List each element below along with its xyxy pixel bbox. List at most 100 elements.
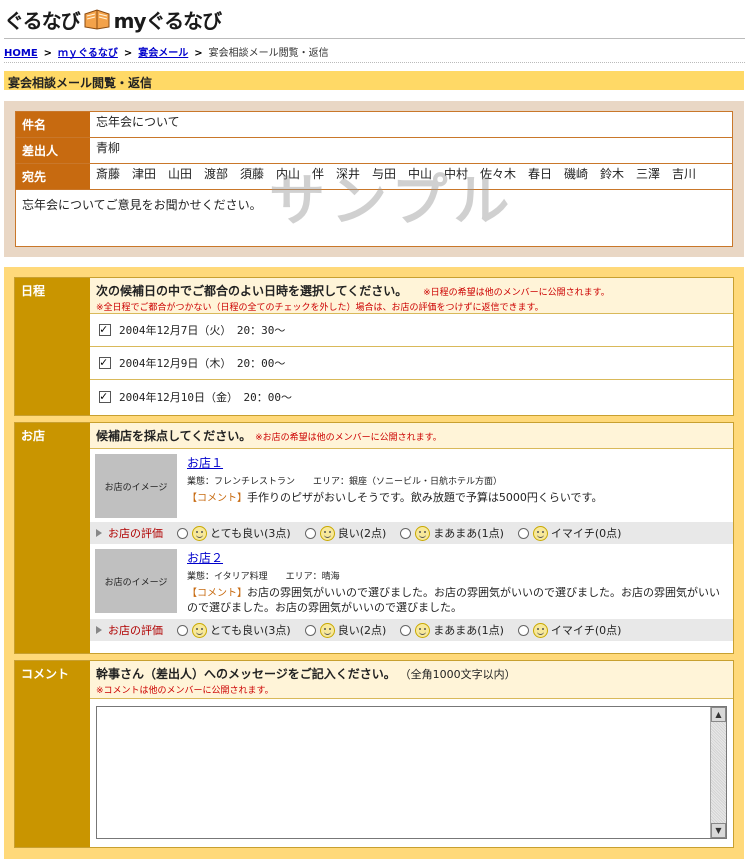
comment-header: 幹事さん（差出人）へのメッセージをご記入ください。 （全角1000文字以内） ※… <box>90 661 733 699</box>
comment-label: コメント <box>15 661 90 847</box>
breadcrumb-current: 宴会相談メール閲覧・返信 <box>208 48 329 59</box>
date-option-row[interactable]: 2004年12月7日（火） 20：30～ <box>90 314 733 347</box>
smiley-icon <box>415 525 431 541</box>
rating-option[interactable]: まあまあ(1点) <box>400 622 504 638</box>
smiley-icon <box>319 525 335 541</box>
rating-radio[interactable] <box>517 527 529 539</box>
rating-radio[interactable] <box>177 624 188 636</box>
shop-item: お店のイメージ お店２ 業態：イタリア料理 エリア：晴海 【コメント】お店の雰囲… <box>90 544 733 619</box>
schedule-note-2: ※全日程でご都合がつかない（日程の全てのチェックを外した）場合は、お店の評価をつ… <box>96 303 544 313</box>
comment-tag: 【コメント】 <box>187 588 247 599</box>
rating-option[interactable]: イマイチ(0点) <box>517 622 622 638</box>
triangle-icon <box>96 626 102 634</box>
shops-section: お店 候補店を採点してください。 ※お店の希望は他のメンバーに公開されます。 お… <box>14 422 734 654</box>
date-option-label: 2004年12月9日（木） 20：00～ <box>119 357 286 370</box>
book-icon <box>83 8 111 30</box>
subject-label: 件名 <box>16 112 90 137</box>
schedule-heading: 次の候補日の中でご都合のよい日時を選択してください。 <box>96 284 408 298</box>
shop-comment-text: お店の雰囲気がいいので選びました。お店の雰囲気がいいので選びました。お店の雰囲気… <box>187 586 720 614</box>
shops-heading: 候補店を採点してください。 <box>96 429 252 443</box>
shop-rating-row: お店の評価 とても良い(3点) 良い(2点) まあまあ(1点) イマイチ(0点) <box>90 619 733 641</box>
shops-label: お店 <box>15 423 90 653</box>
rating-option[interactable]: 良い(2点) <box>304 622 387 638</box>
message-table: 件名 忘年会について 差出人 青柳 宛先 斎藤 津田 山田 渡部 須藤 内山 伴… <box>15 111 733 247</box>
smiley-icon <box>319 622 335 638</box>
sender-value: 青柳 <box>96 141 121 155</box>
scroll-up-icon[interactable]: ▲ <box>711 707 726 722</box>
breadcrumb-enkai-mail-link[interactable]: 宴会メール <box>138 48 188 59</box>
scroll-down-icon[interactable]: ▼ <box>711 823 726 838</box>
rating-option[interactable]: イマイチ(0点) <box>517 525 622 541</box>
comment-section: コメント 幹事さん（差出人）へのメッセージをご記入ください。 （全角1000文字… <box>14 660 734 848</box>
date-option-label: 2004年12月10日（金） 20：00～ <box>119 390 292 404</box>
rating-option-label: 良い(2点) <box>337 624 387 637</box>
smiley-icon <box>532 622 548 638</box>
rating-radio[interactable] <box>517 624 529 636</box>
date-option-row[interactable]: 2004年12月9日（木） 20：00～ <box>90 347 733 380</box>
shops-content: 候補店を採点してください。 ※お店の希望は他のメンバーに公開されます。 お店のイ… <box>90 423 733 653</box>
triangle-icon <box>96 529 102 537</box>
shop-info: お店２ 業態：イタリア料理 エリア：晴海 【コメント】お店の雰囲気がいいので選び… <box>177 549 728 615</box>
shop-meta: 業態：フレンチレストラン エリア：銀座（ソニービル・日航ホテル方面） <box>187 477 503 487</box>
shops-header: 候補店を採点してください。 ※お店の希望は他のメンバーに公開されます。 <box>90 423 733 449</box>
rating-label: お店の評価 <box>108 624 163 637</box>
shop-info: お店１ 業態：フレンチレストラン エリア：銀座（ソニービル・日航ホテル方面） 【… <box>177 454 728 518</box>
date-checkbox[interactable] <box>99 389 111 403</box>
comment-heading: 幹事さん（差出人）へのメッセージをご記入ください。 <box>96 667 396 681</box>
shop-name-link[interactable]: お店２ <box>187 551 223 565</box>
mygurunavi-logo-text: myぐるなび <box>113 8 222 33</box>
comment-textarea[interactable]: ▲ ▼ <box>96 706 727 839</box>
subject-value: 忘年会について <box>96 115 180 129</box>
comment-content: 幹事さん（差出人）へのメッセージをご記入ください。 （全角1000文字以内） ※… <box>90 661 733 847</box>
rating-radio[interactable] <box>304 624 316 636</box>
smiley-icon <box>192 525 207 541</box>
rating-option-label: とても良い(3点) <box>210 527 291 540</box>
rating-radio[interactable] <box>304 527 316 539</box>
breadcrumb-mygurunavi-link[interactable]: ｍｙぐるなび <box>58 48 118 59</box>
to-row: 宛先 斎藤 津田 山田 渡部 須藤 内山 伴 深井 与田 中山 中村 佐々木 春… <box>16 164 732 190</box>
shops-note: ※お店の希望は他のメンバーに公開されます。 <box>255 433 442 443</box>
divider <box>4 38 745 39</box>
gurunavi-logo-text: ぐるなび <box>4 8 81 33</box>
date-checkbox[interactable] <box>99 355 111 369</box>
schedule-header: 次の候補日の中でご都合のよい日時を選択してください。 ※日程の希望は他のメンバー… <box>90 278 733 314</box>
logo[interactable]: ぐるなび myぐるなび <box>4 3 222 35</box>
rating-option[interactable]: 良い(2点) <box>304 525 387 541</box>
rating-option-label: イマイチ(0点) <box>550 527 622 540</box>
shop-comment: 【コメント】お店の雰囲気がいいので選びました。お店の雰囲気がいいので選びました。… <box>187 586 728 615</box>
message-panel: 件名 忘年会について 差出人 青柳 宛先 斎藤 津田 山田 渡部 須藤 内山 伴… <box>4 101 744 257</box>
rating-option[interactable]: まあまあ(1点) <box>400 525 504 541</box>
schedule-content: 次の候補日の中でご都合のよい日時を選択してください。 ※日程の希望は他のメンバー… <box>90 278 733 415</box>
message-body: 忘年会についてご意見をお聞かせください。 <box>22 198 262 212</box>
to-value: 斎藤 津田 山田 渡部 須藤 内山 伴 深井 与田 中山 中村 佐々木 春日 磯… <box>96 167 697 181</box>
reply-form: 日程 次の候補日の中でご都合のよい日時を選択してください。 ※日程の希望は他のメ… <box>4 267 744 859</box>
smiley-icon <box>415 622 431 638</box>
rating-radio[interactable] <box>400 527 412 539</box>
rating-option[interactable]: とても良い(3点) <box>177 525 291 541</box>
rating-option-label: まあまあ(1点) <box>433 527 504 540</box>
to-label: 宛先 <box>16 164 90 189</box>
page-title: 宴会相談メール閲覧・返信 <box>4 71 744 90</box>
shop-comment-text: 手作りのピザがおいしそうです。飲み放題で予算は5000円くらいです。 <box>247 491 603 504</box>
shop-comment: 【コメント】手作りのピザがおいしそうです。飲み放題で予算は5000円くらいです。 <box>187 491 728 506</box>
comment-note: ※コメントは他のメンバーに公開されます。 <box>96 686 274 696</box>
breadcrumb: HOME > ｍｙぐるなび > 宴会メール > 宴会相談メール閲覧・返信 <box>4 48 329 59</box>
shop-item: お店のイメージ お店１ 業態：フレンチレストラン エリア：銀座（ソニービル・日航… <box>90 449 733 522</box>
subject-row: 件名 忘年会について <box>16 112 732 138</box>
date-checkbox[interactable] <box>99 322 111 336</box>
comment-limit: （全角1000文字以内） <box>399 668 516 681</box>
date-option-row[interactable]: 2004年12月10日（金） 20：00～ <box>90 380 733 413</box>
schedule-note: ※日程の希望は他のメンバーに公開されます。 <box>423 288 610 298</box>
rating-option-label: イマイチ(0点) <box>550 624 622 637</box>
rating-label: お店の評価 <box>108 527 163 540</box>
shop-name-link[interactable]: お店１ <box>187 456 223 470</box>
shop-image-placeholder: お店のイメージ <box>95 454 177 518</box>
rating-radio[interactable] <box>400 624 412 636</box>
smiley-icon <box>192 622 207 638</box>
scrollbar[interactable]: ▲ ▼ <box>710 707 726 838</box>
schedule-section: 日程 次の候補日の中でご都合のよい日時を選択してください。 ※日程の希望は他のメ… <box>14 277 734 416</box>
rating-radio[interactable] <box>177 527 188 539</box>
breadcrumb-home-link[interactable]: HOME <box>4 48 38 59</box>
rating-option[interactable]: とても良い(3点) <box>177 622 291 638</box>
rating-option-label: 良い(2点) <box>337 527 387 540</box>
